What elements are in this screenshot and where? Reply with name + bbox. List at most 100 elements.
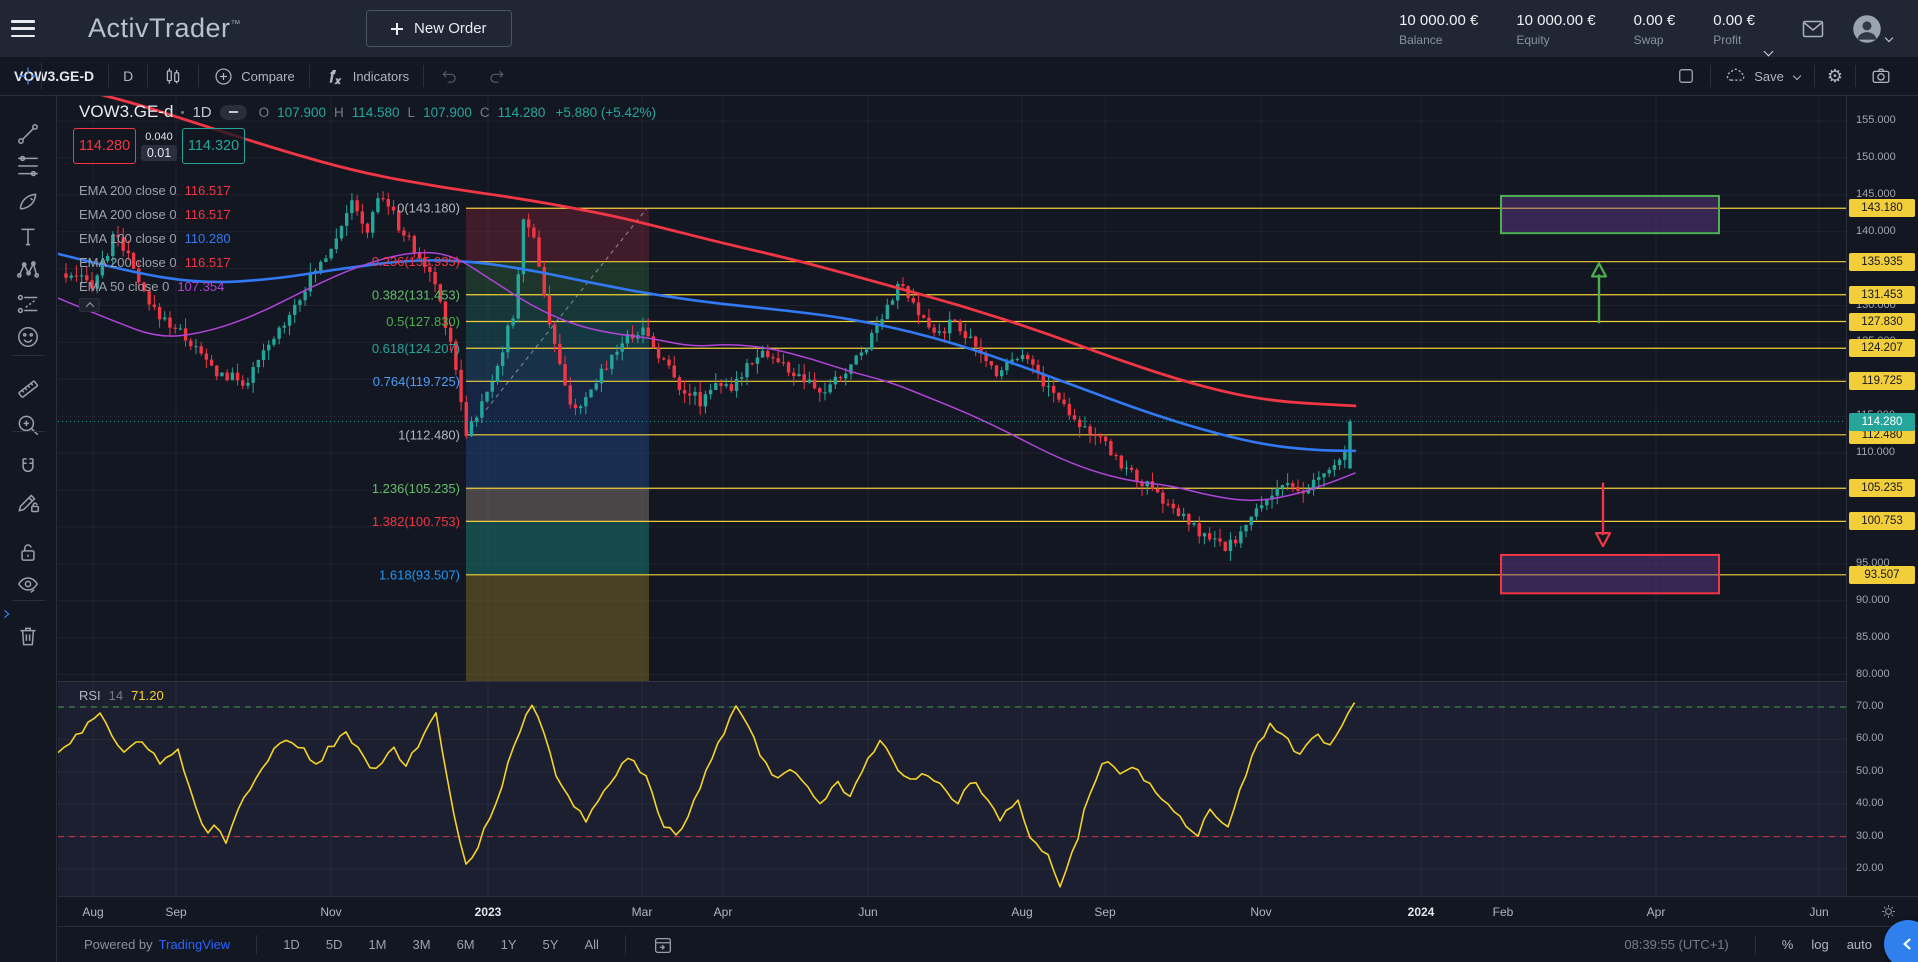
emoji-icon[interactable] <box>14 323 42 351</box>
range-3m[interactable]: 3M <box>413 937 431 952</box>
range-1m[interactable]: 1M <box>368 937 386 952</box>
brush-icon[interactable] <box>14 188 42 216</box>
app-logo: ActivTrader™ <box>88 13 241 44</box>
price-chart[interactable]: 0(143.180)0.236(135.935)0.382(131.453)0.… <box>58 96 1846 896</box>
axis-settings-icon[interactable] <box>1880 903 1897 925</box>
indicators-button[interactable]: ƒx Indicators <box>310 63 423 89</box>
stat-equity: 10 000.00 €Equity <box>1516 12 1595 47</box>
layout-select-button[interactable] <box>1662 63 1710 89</box>
time-tick: Sep <box>165 905 186 919</box>
go-to-date-icon[interactable] <box>652 934 674 956</box>
indicator-row[interactable]: EMA 200 close 0116.517 <box>79 202 231 226</box>
range-all[interactable]: All <box>584 937 598 952</box>
session-clock[interactable]: 08:39:55 (UTC+1) <box>1624 937 1728 952</box>
rsi-tick: 60.00 <box>1856 732 1884 744</box>
text-tool-icon[interactable] <box>14 223 42 251</box>
compare-button[interactable]: Compare <box>199 63 308 89</box>
fib-price-label: 100.753 <box>1849 512 1915 530</box>
xabcd-pattern-icon[interactable] <box>14 256 42 284</box>
trend-line-icon[interactable] <box>14 120 42 148</box>
tradingview-link[interactable]: TradingView <box>159 937 231 952</box>
quote-widget: 114.280 0.040 0.01 114.320 <box>73 128 245 164</box>
svg-text:1.618(93.507): 1.618(93.507) <box>379 567 460 582</box>
rsi-legend: RSI 14 71.20 <box>79 688 164 703</box>
indicator-row[interactable]: EMA 100 close 0110.280 <box>79 226 231 250</box>
settings-gear-icon[interactable]: ⚙ <box>1815 66 1855 87</box>
buy-button[interactable]: 114.320 <box>182 128 245 164</box>
rsi-value: 71.20 <box>131 688 164 703</box>
fib-price-label: 124.207 <box>1849 339 1915 357</box>
indicator-collapse-button[interactable] <box>79 298 100 312</box>
redo-button[interactable] <box>473 63 522 89</box>
save-layout-button[interactable]: Save <box>1711 63 1814 89</box>
profit-dropdown-icon[interactable] <box>1764 47 1774 57</box>
undo-button[interactable] <box>424 63 473 89</box>
range-6m[interactable]: 6M <box>457 937 475 952</box>
price-tick: 145.000 <box>1856 188 1896 200</box>
fib-retracement-icon[interactable] <box>14 152 42 180</box>
chart-style-button[interactable] <box>148 63 198 89</box>
fib-price-label: 135.935 <box>1849 253 1915 271</box>
indicator-row[interactable]: EMA 200 close 0116.517 <box>79 250 231 274</box>
ruler-icon[interactable] <box>14 375 42 403</box>
cloud-icon <box>1725 65 1747 87</box>
scale-mode-log[interactable]: log <box>1811 937 1828 952</box>
rsi-tick: 40.00 <box>1856 797 1884 809</box>
lock-all-icon[interactable] <box>14 538 42 566</box>
legend-symbol[interactable]: VOW3.GE-d <box>79 102 173 122</box>
fib-price-label: 131.453 <box>1849 286 1915 304</box>
range-5d[interactable]: 5D <box>326 937 343 952</box>
save-dropdown-icon <box>1793 72 1801 80</box>
crosshair-mode-icon[interactable] <box>14 62 42 90</box>
sidebar-divider <box>12 600 45 601</box>
time-axis[interactable]: AugSepNov2023MarAprJunAugSepNov2024FebAp… <box>58 896 1918 926</box>
legend-collapse-button[interactable] <box>220 105 247 120</box>
hide-all-icon[interactable] <box>14 570 42 598</box>
price-scale[interactable]: 155.000150.000145.000140.000135.000130.0… <box>1846 96 1918 896</box>
new-order-button[interactable]: New Order <box>366 10 512 47</box>
time-tick: Jun <box>858 905 877 919</box>
price-tick: 150.000 <box>1856 151 1896 163</box>
time-tick: Apr <box>714 905 733 919</box>
price-tick: 155.000 <box>1856 114 1896 126</box>
sidebar-expand-chevron[interactable] <box>0 601 13 627</box>
drawing-lock-icon[interactable] <box>14 488 42 516</box>
remove-all-icon[interactable] <box>14 622 42 650</box>
range-1d[interactable]: 1D <box>283 937 300 952</box>
svg-text:0.236(135.935): 0.236(135.935) <box>372 254 460 269</box>
scale-mode-auto[interactable]: auto <box>1847 937 1872 952</box>
forecast-icon[interactable] <box>14 290 42 318</box>
svg-text:0.5(127.830): 0.5(127.830) <box>386 314 460 329</box>
indicator-row[interactable]: EMA 200 close 0116.517 <box>79 178 231 202</box>
camera-icon <box>1870 65 1892 87</box>
interval-button[interactable]: D <box>109 63 147 89</box>
svg-text:1.382(100.753): 1.382(100.753) <box>372 514 460 529</box>
price-tick: 80.000 <box>1856 668 1890 680</box>
range-5y[interactable]: 5Y <box>543 937 559 952</box>
snapshot-button[interactable] <box>1856 63 1906 89</box>
chart-legend: VOW3.GE-d 1D O107.900H114.580L107.900C11… <box>79 102 656 122</box>
stat-swap: 0.00 €Swap <box>1634 12 1676 47</box>
scale-mode-buttons: % log auto <box>1782 937 1872 952</box>
sell-button[interactable]: 114.280 <box>73 128 136 164</box>
svg-text:0(143.180): 0(143.180) <box>397 201 460 216</box>
time-tick: Feb <box>1493 905 1514 919</box>
svg-text:1.236(105.235): 1.236(105.235) <box>372 481 460 496</box>
fx-icon: ƒx <box>324 65 346 87</box>
mail-icon[interactable] <box>1800 17 1826 41</box>
magnet-icon[interactable] <box>14 453 42 481</box>
zoom-in-icon[interactable] <box>14 411 42 439</box>
plus-icon <box>391 23 403 35</box>
chart-region[interactable]: 0(143.180)0.236(135.935)0.382(131.453)0.… <box>58 96 1918 962</box>
user-avatar[interactable] <box>1852 14 1892 44</box>
indicator-row[interactable]: EMA 50 close 0107.354 <box>79 274 231 298</box>
time-tick: Nov <box>320 905 341 919</box>
compare-plus-icon <box>213 66 234 87</box>
scale-mode-%[interactable]: % <box>1782 937 1794 952</box>
range-1y[interactable]: 1Y <box>501 937 517 952</box>
lot-size-field[interactable]: 0.01 <box>141 145 177 161</box>
time-tick: 2023 <box>475 905 502 919</box>
time-tick: Nov <box>1250 905 1271 919</box>
menu-icon[interactable] <box>11 20 35 37</box>
candles-icon <box>162 65 184 87</box>
